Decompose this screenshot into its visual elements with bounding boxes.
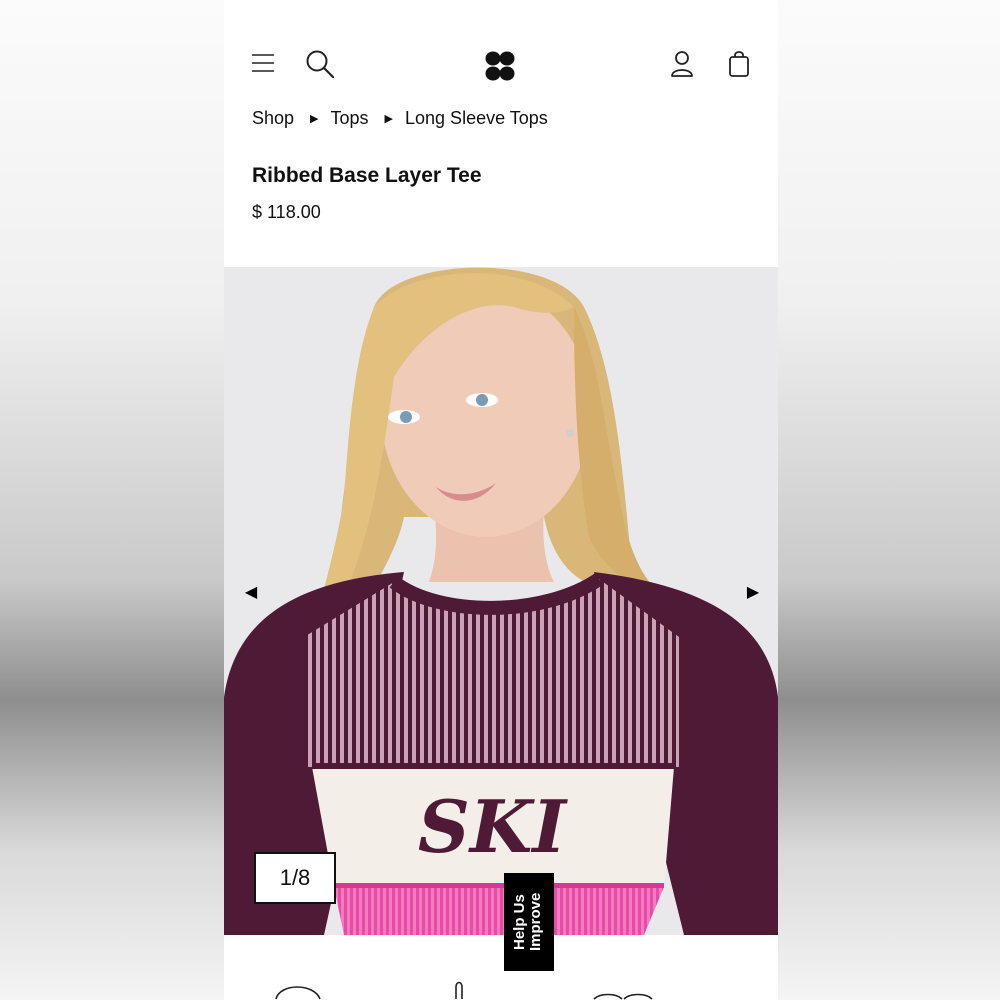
breadcrumb-long-sleeve-tops[interactable]: Long Sleeve Tops [405, 108, 548, 129]
hamburger-menu-icon [252, 54, 274, 72]
product-price: $ 118.00 [252, 202, 321, 222]
breadcrumb-shop[interactable]: Shop [252, 108, 294, 129]
next-image-button[interactable]: ▶ [738, 577, 768, 607]
previous-image-button[interactable]: ◀ [236, 577, 266, 607]
menu-button[interactable] [246, 46, 280, 80]
cart-button[interactable] [722, 46, 756, 82]
image-counter: 1/8 [254, 852, 336, 904]
account-button[interactable] [664, 46, 700, 82]
breadcrumb-tops[interactable]: Tops [331, 108, 369, 129]
site-header [224, 38, 778, 92]
feature-icons-strip [224, 935, 778, 1000]
triangle-right-icon: ▶ [310, 112, 319, 125]
product-page: Shop ▶ Tops ▶ Long Sleeve Tops Ribbed Ba… [224, 0, 778, 1000]
help-us-improve-label: Help Us Improve [511, 892, 544, 952]
product-image-gallery[interactable]: SKI ◀ ▶ 1/8 [224, 267, 778, 935]
user-icon [671, 51, 693, 77]
search-icon [306, 50, 335, 79]
triangle-left-icon: ◀ [244, 584, 258, 601]
feature-icons-partial [275, 981, 653, 1000]
shopping-bag-icon [729, 51, 749, 77]
product-photo: SKI [224, 267, 778, 935]
garment-ski-text: SKI [418, 784, 569, 869]
four-petal-logo-icon [485, 51, 515, 81]
search-button[interactable] [302, 46, 338, 82]
triangle-right-icon: ▶ [746, 584, 760, 601]
product-title: Ribbed Base Layer Tee [252, 164, 482, 187]
background-right [778, 0, 1000, 1000]
background-left [0, 0, 224, 1000]
triangle-right-icon: ▶ [384, 112, 394, 125]
breadcrumb: Shop ▶ Tops ▶ Long Sleeve Tops [252, 104, 548, 132]
brand-logo[interactable] [482, 48, 518, 84]
help-us-improve-tab[interactable]: Help Us Improve [504, 873, 554, 971]
